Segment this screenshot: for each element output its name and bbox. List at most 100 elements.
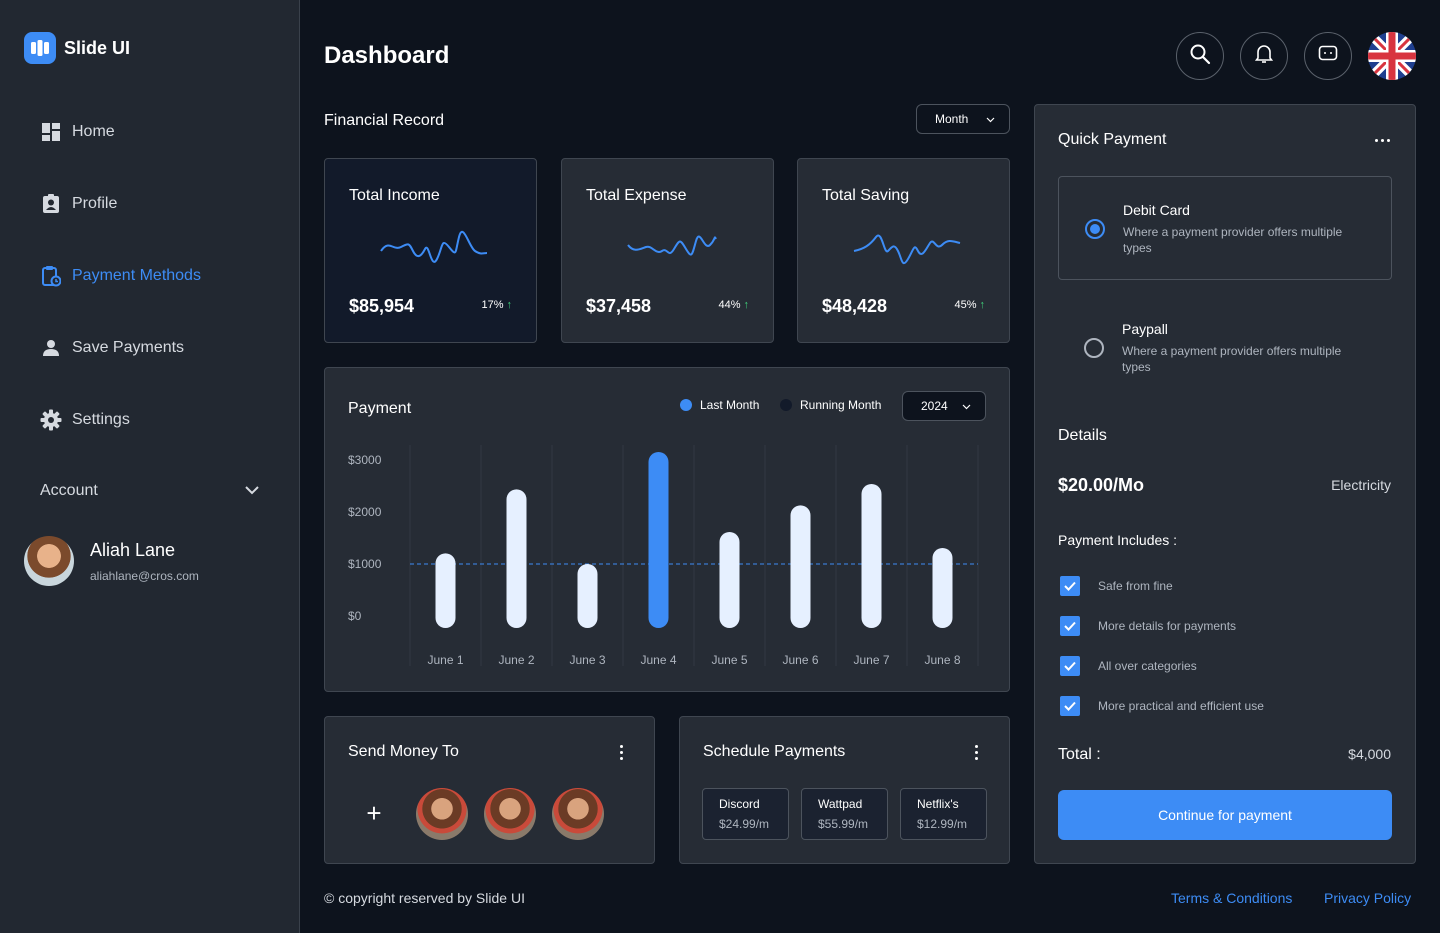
notifications-button[interactable] xyxy=(1240,32,1288,80)
add-recipient-button[interactable]: + xyxy=(362,800,386,826)
copyright-text: © copyright reserved by Slide UI xyxy=(324,890,525,906)
y-tick-label: $2000 xyxy=(348,505,382,519)
x-tick-label: June 8 xyxy=(924,653,960,667)
schedule-item-netflix[interactable]: Netflix's $12.99/m xyxy=(900,788,987,840)
recipient-avatar[interactable] xyxy=(416,788,468,840)
sidebar-item-settings[interactable]: Settings xyxy=(40,409,130,431)
total-saving-card[interactable]: Total Saving $48,428 45% ↑ xyxy=(797,158,1010,343)
arrow-up-icon: ↑ xyxy=(979,299,986,311)
y-tick-label: $0 xyxy=(348,609,362,623)
radio-selected[interactable] xyxy=(1085,219,1105,239)
checkbox-checked-icon[interactable] xyxy=(1060,616,1080,636)
profile-icon xyxy=(40,193,62,215)
payment-option-paypall[interactable]: Paypall Where a payment provider offers … xyxy=(1058,296,1392,400)
checkbox-checked-icon[interactable] xyxy=(1060,656,1080,676)
sidebar-item-label: Settings xyxy=(72,411,130,428)
chart-bar xyxy=(932,548,953,628)
y-tick-label: $1000 xyxy=(348,557,382,571)
logo-icon xyxy=(24,32,56,64)
schedule-item-name: Discord xyxy=(719,797,760,811)
arrow-up-icon: ↑ xyxy=(506,299,513,311)
sidebar-item-label: Save Payments xyxy=(72,339,185,356)
include-item[interactable]: All over categories xyxy=(1060,656,1197,676)
include-item[interactable]: More details for payments xyxy=(1060,616,1236,636)
plan-category: Electricity xyxy=(1331,477,1391,493)
sidebar-item-label: Payment Methods xyxy=(72,267,201,284)
chevron-down-icon xyxy=(986,112,995,126)
schedule-item-name: Wattpad xyxy=(818,797,863,811)
send-money-panel xyxy=(324,716,655,864)
more-options-icon[interactable] xyxy=(966,742,986,762)
checkbox-checked-icon[interactable] xyxy=(1060,696,1080,716)
include-label: More details for payments xyxy=(1098,619,1237,633)
include-item[interactable]: More practical and efficient use xyxy=(1060,696,1264,716)
chart-bar xyxy=(719,532,740,628)
sidebar-item-payment-methods[interactable]: Payment Methods xyxy=(40,265,201,287)
option-title: Debit Card xyxy=(1123,202,1190,218)
sidebar-item-label: Home xyxy=(72,123,115,140)
legend-dot xyxy=(680,399,692,411)
chart-bar xyxy=(577,564,598,628)
x-tick-label: June 2 xyxy=(498,653,534,667)
x-tick-label: June 3 xyxy=(569,653,605,667)
sparkline-chart xyxy=(380,230,488,263)
card-value: $37,458 xyxy=(586,296,652,316)
chat-icon xyxy=(1318,45,1338,68)
total-income-card[interactable]: Total Income $85,954 17% ↑ xyxy=(324,158,537,343)
total-value: $4,000 xyxy=(1348,746,1391,762)
schedule-item-wattpad[interactable]: Wattpad $55.99/m xyxy=(801,788,888,840)
account-label: Account xyxy=(40,482,98,499)
card-change: 45% ↑ xyxy=(954,299,985,311)
more-options-icon[interactable] xyxy=(1372,130,1392,150)
language-flag-icon[interactable] xyxy=(1368,32,1416,80)
account-dropdown[interactable]: Account xyxy=(40,482,260,500)
user-name: Aliah Lane xyxy=(90,539,176,560)
card-label: Total Expense xyxy=(586,187,687,204)
x-tick-label: June 1 xyxy=(427,653,463,667)
checkbox-checked-icon[interactable] xyxy=(1060,576,1080,596)
include-item[interactable]: Safe from fine xyxy=(1060,576,1173,596)
total-expense-card[interactable]: Total Expense $37,458 44% ↑ xyxy=(561,158,774,343)
period-select[interactable]: Month xyxy=(916,104,1010,134)
search-button[interactable] xyxy=(1176,32,1224,80)
gear-icon xyxy=(40,409,62,431)
schedule-item-price: $24.99/m xyxy=(719,817,770,831)
quick-payment-title: Quick Payment xyxy=(1058,131,1167,148)
include-label: Safe from fine xyxy=(1098,579,1173,593)
include-label: All over categories xyxy=(1098,659,1197,673)
dashboard-icon xyxy=(40,121,62,143)
terms-link[interactable]: Terms & Conditions xyxy=(1171,890,1292,906)
legend-running-month: Running Month xyxy=(780,398,881,412)
chart-bar xyxy=(790,505,811,628)
privacy-link[interactable]: Privacy Policy xyxy=(1324,890,1411,906)
schedule-payments-title: Schedule Payments xyxy=(703,743,846,760)
include-label: More practical and efficient use xyxy=(1098,699,1264,713)
includes-title: Payment Includes : xyxy=(1058,532,1178,548)
card-label: Total Saving xyxy=(822,187,910,204)
year-select-value: 2024 xyxy=(921,399,948,413)
radio-unselected[interactable] xyxy=(1084,338,1104,358)
schedule-item-discord[interactable]: Discord $24.99/m xyxy=(702,788,789,840)
sparkline-chart xyxy=(627,235,717,256)
messages-button[interactable] xyxy=(1304,32,1352,80)
option-description: Where a payment provider offers multiple… xyxy=(1122,344,1342,374)
card-change: 17% ↑ xyxy=(481,299,512,311)
card-value: $85,954 xyxy=(349,296,415,316)
recipient-avatar[interactable] xyxy=(552,788,604,840)
sidebar-item-profile[interactable]: Profile xyxy=(40,193,117,215)
card-change-value: 17% xyxy=(481,299,504,311)
year-select[interactable]: 2024 xyxy=(902,391,986,421)
financial-record-title: Financial Record xyxy=(324,112,445,129)
continue-payment-button[interactable]: Continue for payment xyxy=(1058,790,1392,840)
more-options-icon[interactable] xyxy=(611,742,631,762)
user-profile[interactable]: Aliah Lane aliahlane@cros.com xyxy=(24,536,199,586)
sidebar-item-save-payments[interactable]: Save Payments xyxy=(40,337,184,359)
sidebar-item-home[interactable]: Home xyxy=(40,121,115,143)
brand-logo[interactable]: Slide UI xyxy=(24,32,130,64)
recipient-avatar[interactable] xyxy=(484,788,536,840)
payment-option-debit-card[interactable]: Debit Card Where a payment provider offe… xyxy=(1058,176,1392,280)
bell-icon xyxy=(1254,44,1274,69)
card-change: 44% ↑ xyxy=(718,299,749,311)
schedule-item-price: $55.99/m xyxy=(818,817,869,831)
schedule-item-name: Netflix's xyxy=(917,797,959,811)
